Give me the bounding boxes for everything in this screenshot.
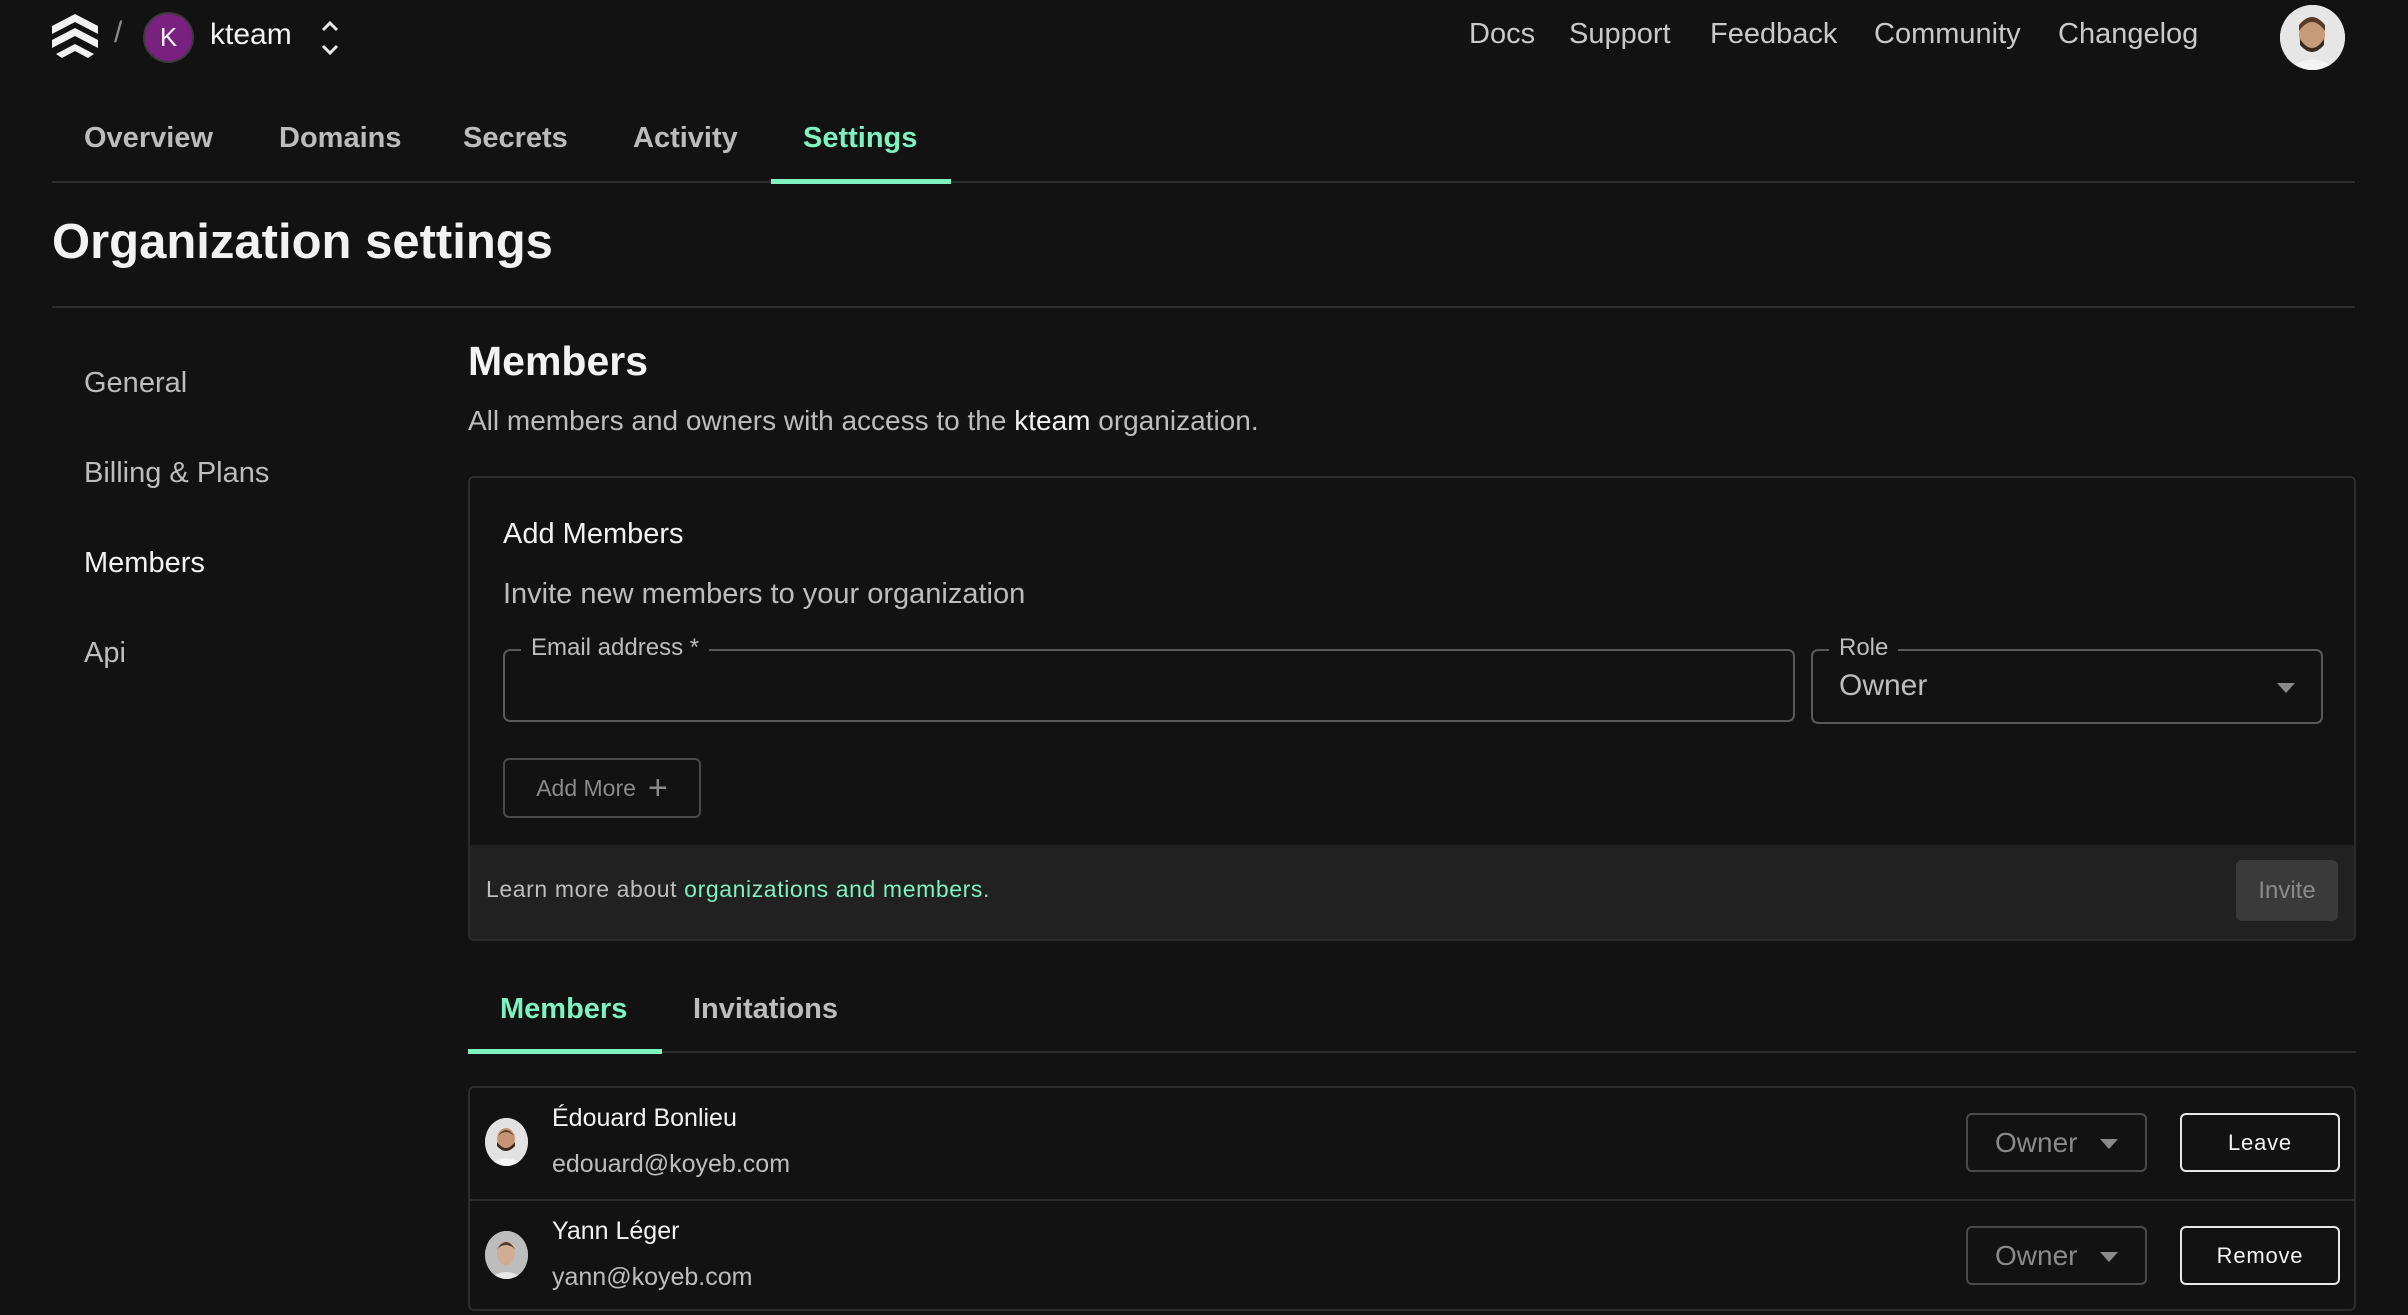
add-members-title: Add Members <box>503 518 684 550</box>
member-list: Édouard Bonlieu edouard@koyeb.com Owner … <box>468 1086 2356 1311</box>
chevron-down-icon <box>2277 683 2295 693</box>
leave-button[interactable]: Leave <box>2180 1113 2340 1172</box>
member-photo-icon <box>485 1231 528 1279</box>
member-role-select[interactable]: Owner <box>1966 1226 2147 1285</box>
members-subtabs: Members Invitations <box>468 970 2356 1054</box>
learn-more-text: Learn more about organizations and membe… <box>486 876 990 903</box>
subtab-members[interactable]: Members <box>500 993 627 1026</box>
remove-button[interactable]: Remove <box>2180 1226 2340 1285</box>
tab-activity[interactable]: Activity <box>633 122 738 155</box>
description-suffix: organization. <box>1098 405 1259 436</box>
member-email: yann@koyeb.com <box>552 1263 753 1291</box>
description-org-name: kteam <box>1014 405 1091 436</box>
subtab-invitations[interactable]: Invitations <box>693 993 838 1026</box>
org-avatar[interactable]: K <box>143 12 194 63</box>
divider <box>52 306 2355 308</box>
sidebar-item-general[interactable]: General <box>84 367 187 400</box>
learn-more-suffix: . <box>983 876 990 902</box>
tab-domains[interactable]: Domains <box>279 122 401 155</box>
member-name: Yann Léger <box>552 1217 680 1245</box>
page-title: Organization settings <box>52 215 553 269</box>
member-row: Yann Léger yann@koyeb.com Owner Remove <box>470 1199 2354 1309</box>
docs-link[interactable]: Docs <box>1469 18 1535 51</box>
member-row: Édouard Bonlieu edouard@koyeb.com Owner … <box>470 1088 2354 1199</box>
org-switcher-chevrons-icon[interactable] <box>318 18 342 58</box>
sidebar-item-billing[interactable]: Billing & Plans <box>84 457 269 490</box>
community-link[interactable]: Community <box>1874 18 2021 51</box>
active-subtab-indicator <box>468 1049 662 1054</box>
member-name: Édouard Bonlieu <box>552 1104 737 1132</box>
koyeb-logo-icon[interactable] <box>50 14 100 62</box>
user-avatar[interactable] <box>2280 5 2345 70</box>
organizations-members-link[interactable]: organizations and members <box>684 876 983 902</box>
email-field[interactable]: Email address * <box>503 634 1795 722</box>
card-footer: Learn more about organizations and membe… <box>470 845 2354 939</box>
tab-settings[interactable]: Settings <box>803 122 917 155</box>
section-description: All members and owners with access to th… <box>468 405 1259 437</box>
description-prefix: All members and owners with access to th… <box>468 405 1007 436</box>
org-initial: K <box>159 22 178 52</box>
member-role-value: Owner <box>1995 1127 2078 1158</box>
role-label: Role <box>1829 634 1899 662</box>
user-avatar-photo-icon <box>2280 5 2345 70</box>
sidebar-item-members[interactable]: Members <box>84 547 205 580</box>
tab-secrets[interactable]: Secrets <box>463 122 568 155</box>
member-avatar <box>485 1118 528 1166</box>
member-role-select[interactable]: Owner <box>1966 1113 2147 1172</box>
chevron-down-icon <box>2100 1252 2118 1262</box>
feedback-link[interactable]: Feedback <box>1710 18 1837 51</box>
plus-icon: + <box>647 769 668 807</box>
add-members-card: Add Members Invite new members to your o… <box>468 476 2356 941</box>
member-email: edouard@koyeb.com <box>552 1150 791 1178</box>
main-tabs: Overview Domains Secrets Activity Settin… <box>52 100 2355 184</box>
email-label: Email address * <box>521 634 710 662</box>
active-tab-indicator <box>771 179 951 184</box>
changelog-link[interactable]: Changelog <box>2058 18 2198 51</box>
invite-button[interactable]: Invite <box>2236 860 2338 921</box>
role-select[interactable]: Role Owner <box>1811 634 2323 724</box>
tab-overview[interactable]: Overview <box>84 122 213 155</box>
section-title: Members <box>468 338 649 384</box>
sidebar-item-api[interactable]: Api <box>84 637 126 670</box>
role-value: Owner <box>1839 669 1928 702</box>
breadcrumb-separator: / <box>114 16 123 49</box>
member-role-value: Owner <box>1995 1240 2078 1271</box>
member-photo-icon <box>485 1118 528 1166</box>
add-more-button[interactable]: Add More + <box>503 758 701 818</box>
member-avatar <box>485 1231 528 1279</box>
add-more-label: Add More <box>536 774 636 801</box>
add-members-subtitle: Invite new members to your organization <box>503 578 1026 610</box>
support-link[interactable]: Support <box>1569 18 1671 51</box>
chevron-down-icon <box>2100 1139 2118 1149</box>
org-name[interactable]: kteam <box>210 18 292 52</box>
learn-more-prefix: Learn more about <box>486 876 678 902</box>
